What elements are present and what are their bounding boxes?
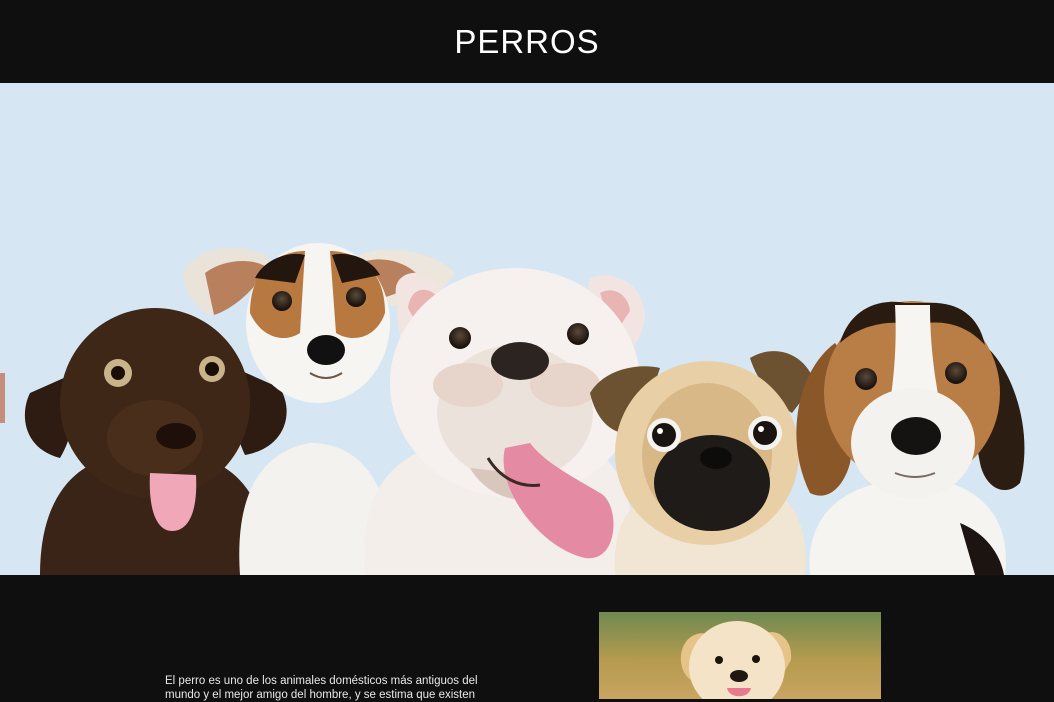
pug-puppy <box>590 351 815 575</box>
beagle-puppy <box>796 301 1025 575</box>
site-header: PERROS <box>0 0 1054 83</box>
page-title: PERROS <box>454 22 600 60</box>
bulldog-puppy <box>364 268 645 575</box>
hero-dogs-image <box>0 243 1025 575</box>
golden-puppy-image <box>599 612 881 699</box>
intro-paragraph: El perro es uno de los animales doméstic… <box>165 675 478 701</box>
partial-dog-left-edge <box>0 373 5 423</box>
content-section: El perro es uno de los animales doméstic… <box>0 575 1054 701</box>
hero-banner <box>0 83 1054 575</box>
side-image-golden-puppy <box>599 612 881 699</box>
